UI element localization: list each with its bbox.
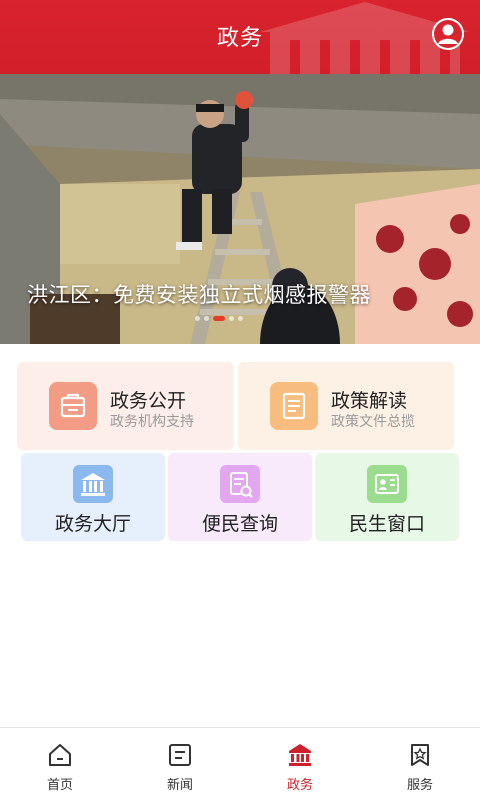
tab-label: 首页	[46, 778, 73, 793]
news-carousel[interactable]: 洪江区：免费安装独立式烟感报警器	[0, 74, 480, 344]
carousel-indicators	[195, 316, 243, 321]
card-title: 民生窗口	[348, 513, 425, 535]
tab-service[interactable]: 服务	[360, 728, 480, 800]
carousel-dot[interactable]	[238, 316, 243, 321]
tab-label: 政务	[286, 778, 313, 793]
carousel-dot[interactable]	[195, 316, 200, 321]
card-convenience-query[interactable]: 便民查询	[168, 453, 312, 541]
tab-label: 服务	[406, 778, 433, 793]
top-header: 政务	[0, 0, 480, 74]
id-card-icon	[367, 465, 407, 503]
tab-news[interactable]: 新闻	[120, 728, 240, 800]
government-building-icon	[73, 465, 113, 503]
card-subtitle: 政务机构支持	[110, 414, 194, 430]
card-government-hall[interactable]: 政务大厅	[21, 453, 165, 541]
briefcase-icon	[49, 382, 97, 430]
card-title: 政策解读	[331, 390, 408, 412]
tab-home[interactable]: 首页	[0, 728, 120, 800]
user-avatar-icon[interactable]	[432, 18, 464, 50]
carousel-dot-active[interactable]	[213, 316, 225, 321]
bottom-tab-bar: 首页 新闻 政务 服务	[0, 727, 480, 800]
card-title: 便民查询	[201, 513, 278, 535]
document-icon	[270, 382, 318, 430]
card-livelihood-window[interactable]: 民生窗口	[315, 453, 459, 541]
tab-label: 新闻	[166, 778, 193, 793]
card-title: 政务公开	[110, 390, 187, 412]
card-title: 政务大厅	[54, 513, 131, 535]
card-subtitle: 政策文件总揽	[331, 414, 415, 430]
carousel-dot[interactable]	[229, 316, 234, 321]
banner-caption[interactable]: 洪江区：免费安装独立式烟感报警器	[27, 279, 371, 309]
service-badge-icon	[411, 744, 429, 766]
home-icon	[49, 744, 71, 766]
tab-government[interactable]: 政务	[240, 728, 360, 800]
page-title: 政务	[216, 26, 263, 51]
card-policy-interpretation[interactable]: 政策解读 政策文件总揽	[238, 362, 454, 450]
document-search-icon	[220, 465, 260, 503]
news-icon	[169, 744, 191, 766]
carousel-dot[interactable]	[204, 316, 209, 321]
card-government-affairs-open[interactable]: 政务公开 政务机构支持	[17, 362, 234, 450]
government-icon	[289, 744, 311, 766]
